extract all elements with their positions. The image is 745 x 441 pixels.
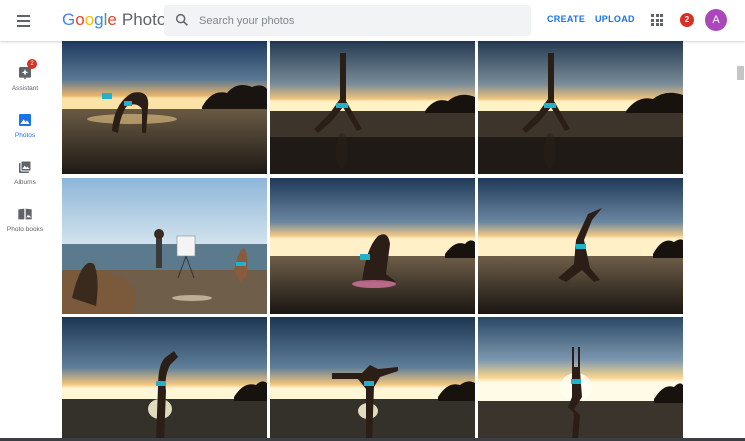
google-photos-app: GooglePhotos CREATE UPLOAD 2 A 2 Assista… <box>0 0 745 441</box>
sidebar-item-label: Albums <box>14 179 36 186</box>
sidebar-item-label: Assistant <box>11 85 39 92</box>
account-avatar[interactable]: A <box>705 9 727 31</box>
menu-bar <box>17 15 30 17</box>
sidebar-item-photo-books[interactable]: Photo books <box>0 206 50 246</box>
create-button[interactable]: CREATE <box>547 14 585 24</box>
main-menu-button[interactable] <box>12 10 36 32</box>
photos-icon <box>19 114 31 126</box>
assistant-badge: 2 <box>27 59 37 69</box>
photo-tile[interactable] <box>270 178 475 314</box>
photo-thumbnail <box>270 317 475 441</box>
search-input[interactable] <box>199 5 519 36</box>
photo-tile[interactable] <box>270 317 475 441</box>
scrollbar-thumb[interactable] <box>737 66 744 80</box>
photo-tile[interactable] <box>62 41 267 174</box>
search-bar[interactable] <box>164 5 531 36</box>
photo-tile[interactable] <box>62 317 267 441</box>
logo-letter: o <box>75 10 85 29</box>
photo-tile[interactable] <box>478 178 683 314</box>
logo-letter: G <box>62 10 76 29</box>
upload-button[interactable]: UPLOAD <box>595 14 635 24</box>
logo-letter: g <box>94 10 104 29</box>
photo-thumbnail <box>62 317 267 441</box>
photo-thumbnail <box>478 41 683 174</box>
notifications-badge[interactable]: 2 <box>680 13 694 27</box>
logo-letter: e <box>107 10 117 29</box>
photo-tile[interactable] <box>62 178 267 314</box>
photo-thumbnail <box>270 41 475 174</box>
apps-grid-icon[interactable] <box>651 14 663 26</box>
photo-tile[interactable] <box>478 317 683 441</box>
photo-books-icon <box>18 208 32 220</box>
sidebar-item-assistant[interactable]: 2 Assistant <box>0 59 50 105</box>
search-icon[interactable] <box>174 12 190 28</box>
photo-tile[interactable] <box>478 41 683 174</box>
google-photos-logo[interactable]: Google Photos <box>62 10 175 30</box>
logo-letter: o <box>84 10 95 29</box>
photo-thumbnail <box>478 178 683 314</box>
sidebar-item-photos[interactable]: Photos <box>0 112 50 152</box>
sidebar-item-label: Photo books <box>6 226 44 233</box>
top-bar: GooglePhotos CREATE UPLOAD 2 A <box>0 0 745 41</box>
photo-thumbnail <box>270 178 475 314</box>
photo-thumbnail <box>62 41 267 174</box>
photo-thumbnail <box>62 178 267 314</box>
menu-bar <box>17 25 30 27</box>
sidebar: 2 Assistant Photos Albums Photo books <box>0 41 50 441</box>
sidebar-item-albums[interactable]: Albums <box>0 159 50 199</box>
photo-tile[interactable] <box>270 41 475 174</box>
menu-bar <box>17 20 30 22</box>
albums-icon <box>19 160 32 173</box>
photo-grid <box>62 41 684 441</box>
photo-thumbnail <box>478 317 683 441</box>
sidebar-item-label: Photos <box>14 132 36 139</box>
